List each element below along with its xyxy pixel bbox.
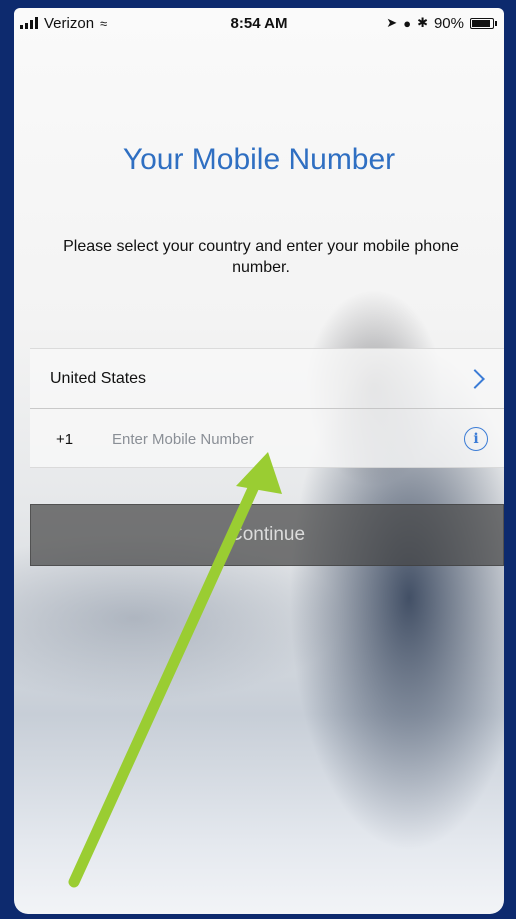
annotation-arrow xyxy=(68,452,282,888)
device-frame: Verizon ≈ 8:54 AM ➤ ● ✱ 90% Your Mobile … xyxy=(0,0,516,919)
